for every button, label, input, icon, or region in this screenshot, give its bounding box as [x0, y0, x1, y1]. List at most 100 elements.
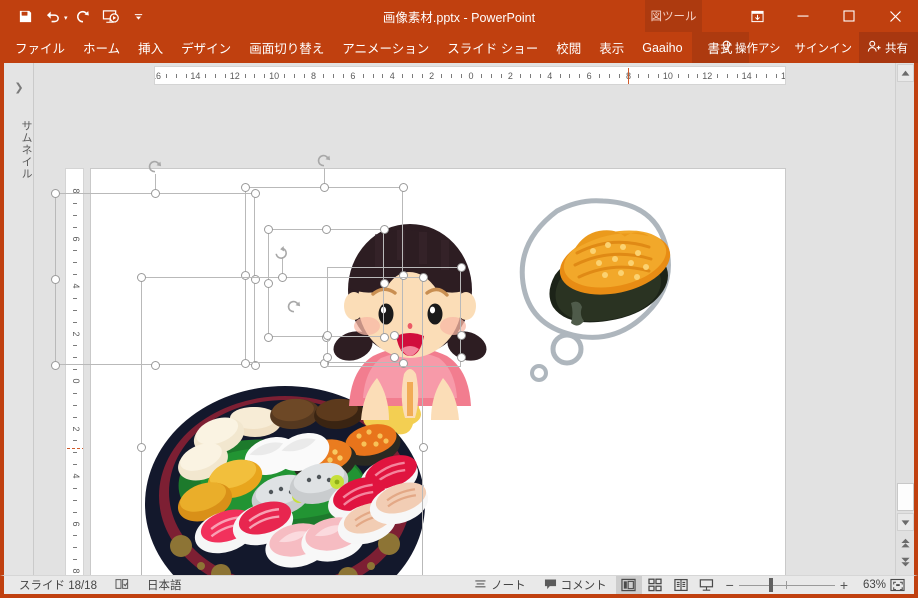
comments-button[interactable]: コメント: [535, 576, 616, 594]
tab-animations[interactable]: アニメーション: [333, 32, 438, 63]
resize-handle-ne[interactable]: [398, 182, 408, 192]
resize-handle-nw[interactable]: [240, 182, 250, 192]
resize-handle-w[interactable]: [136, 442, 146, 452]
tab-design[interactable]: デザイン: [172, 32, 240, 63]
ruler-tick-label: 16: [780, 71, 786, 81]
ruler-minor-tick: [293, 74, 295, 78]
slide-indicator[interactable]: スライド 18/18: [10, 576, 106, 594]
ruler-minor-tick: [73, 487, 77, 489]
ruler-minor-tick: [73, 452, 77, 454]
rotate-handle[interactable]: [286, 299, 302, 315]
resize-handle-e[interactable]: [456, 352, 466, 362]
undo-button[interactable]: [40, 3, 66, 29]
next-slide-button[interactable]: [897, 554, 914, 571]
undo-dropdown-caret[interactable]: ▾: [64, 14, 68, 22]
rotate-handle[interactable]: [274, 245, 290, 261]
ruler-tick-label: 4: [547, 71, 553, 81]
resize-handle-nw[interactable]: [263, 224, 273, 234]
slideshow-view-button[interactable]: [694, 576, 720, 594]
resize-handle-se[interactable]: [456, 330, 466, 340]
tab-gaaiho[interactable]: Gaaiho: [633, 32, 691, 63]
resize-handle-sw[interactable]: [50, 360, 60, 370]
thumbnail-pane-collapsed[interactable]: ❯ サムネイル: [4, 63, 34, 575]
zoom-in-button[interactable]: +: [840, 578, 848, 592]
minimize-button[interactable]: [780, 0, 826, 32]
tab-slideshow[interactable]: スライド ショー: [438, 32, 547, 63]
resize-handle-w2[interactable]: [322, 352, 332, 362]
resize-handle-s[interactable]: [389, 330, 399, 340]
ruler-minor-tick: [766, 74, 768, 78]
resize-handle-sw[interactable]: [322, 330, 332, 340]
tab-insert[interactable]: 挿入: [129, 32, 172, 63]
ruler-tick-label: 12: [702, 71, 713, 81]
notes-icon: [474, 578, 487, 593]
fit-slide-icon: [889, 578, 905, 592]
zoom-out-button[interactable]: −: [726, 578, 734, 592]
maximize-button[interactable]: [826, 0, 872, 32]
ruler-minor-tick: [638, 74, 640, 78]
resize-handle-nw[interactable]: [50, 188, 60, 198]
zoom-slider[interactable]: [738, 578, 835, 592]
close-button[interactable]: [872, 0, 918, 32]
ruler-minor-tick: [333, 74, 335, 78]
scrollbar-thumb[interactable]: [897, 483, 914, 511]
customize-qat-button[interactable]: [126, 3, 152, 29]
zoom-control[interactable]: − +: [720, 578, 854, 592]
language-indicator[interactable]: 日本語: [138, 576, 191, 594]
chevron-right-icon[interactable]: ❯: [4, 81, 34, 94]
normal-view-button[interactable]: [615, 576, 642, 594]
previous-slide-button[interactable]: [897, 535, 914, 552]
resize-handle-n[interactable]: [150, 188, 160, 198]
ruler-minor-tick: [598, 74, 600, 78]
ruler-minor-tick: [185, 74, 187, 78]
spellcheck-button[interactable]: [106, 576, 138, 594]
rotate-handle[interactable]: [147, 159, 163, 175]
notes-button[interactable]: ノート: [465, 576, 535, 594]
share-button[interactable]: 共有: [859, 32, 918, 63]
slide-canvas[interactable]: [50, 154, 786, 598]
resize-handle-ne[interactable]: [456, 262, 466, 272]
zoom-level-label[interactable]: 63%: [854, 579, 886, 591]
ruler-minor-tick: [165, 74, 167, 78]
fit-slide-to-window-button[interactable]: [886, 576, 908, 594]
ribbon-display-options-button[interactable]: [734, 0, 780, 32]
rotate-handle[interactable]: [316, 153, 332, 169]
resize-handle-n[interactable]: [319, 182, 329, 192]
vertical-scrollbar[interactable]: [895, 63, 914, 575]
resize-handle-w[interactable]: [50, 274, 60, 284]
resize-handle-e[interactable]: [418, 442, 428, 452]
tab-transitions[interactable]: 画面切り替え: [240, 32, 333, 63]
ruler-minor-tick: [559, 74, 561, 78]
contextual-tab-group-label: 図ツール: [645, 0, 702, 32]
scroll-up-button[interactable]: [897, 64, 914, 82]
start-slideshow-button[interactable]: [98, 3, 124, 29]
horizontal-ruler[interactable]: 1614121086420246810121416: [154, 66, 786, 85]
reading-view-button[interactable]: [668, 576, 694, 594]
tab-home[interactable]: ホーム: [74, 32, 129, 63]
ruler-tick-label: 14: [190, 71, 201, 81]
tab-file[interactable]: ファイル: [6, 32, 74, 63]
tell-me-box[interactable]: 操作アシ: [714, 32, 788, 63]
ruler-minor-tick: [323, 74, 325, 78]
sign-in-button[interactable]: サインイン: [788, 32, 860, 63]
scroll-down-button[interactable]: [897, 513, 914, 531]
resize-handle-n[interactable]: [321, 224, 331, 234]
picture-gunkan-sushi-thought-bubble[interactable]: [511, 189, 689, 384]
resize-handle-s2[interactable]: [389, 352, 399, 362]
ruler-tick-label: 4: [389, 71, 395, 81]
scroll-down-icon: [901, 519, 910, 525]
resize-handle-nw[interactable]: [136, 272, 146, 282]
ruler-tick-label: 6: [71, 520, 81, 527]
ruler-minor-tick: [372, 74, 374, 78]
resize-handle-n[interactable]: [277, 272, 287, 282]
slide-sorter-view-button[interactable]: [642, 576, 668, 594]
tab-review[interactable]: 校閲: [547, 32, 590, 63]
save-button[interactable]: [12, 3, 38, 29]
tab-view[interactable]: 表示: [590, 32, 633, 63]
reading-view-icon: [673, 578, 688, 592]
ruler-minor-tick: [283, 74, 285, 78]
zoom-slider-thumb[interactable]: [768, 578, 773, 592]
redo-button[interactable]: [70, 3, 96, 29]
resize-handle-ne[interactable]: [379, 224, 389, 234]
ruler-tick-label: 14: [741, 71, 752, 81]
